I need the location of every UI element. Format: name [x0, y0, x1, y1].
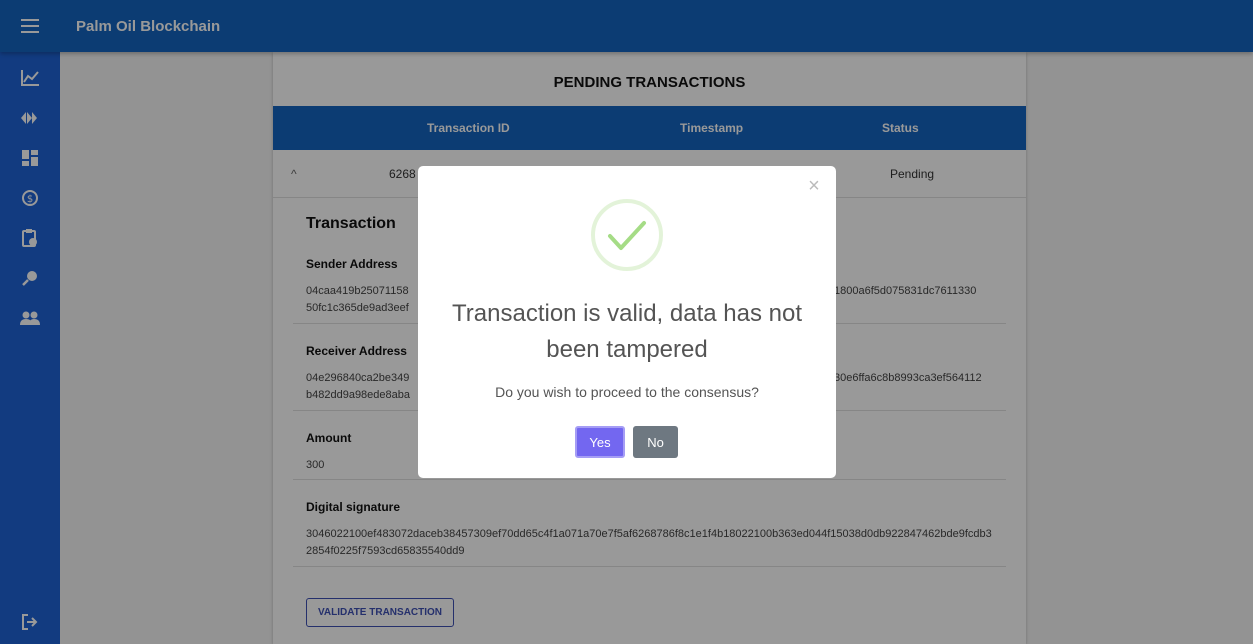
dialog-message: Do you wish to proceed to the consensus?	[495, 384, 759, 400]
success-check-icon	[591, 199, 663, 271]
dialog-title: Transaction is valid, data has not been …	[452, 300, 802, 363]
yes-button[interactable]: Yes	[575, 426, 625, 458]
validation-result-dialog: × Transaction is valid, data has not bee…	[418, 166, 836, 478]
no-button[interactable]: No	[633, 426, 678, 458]
close-icon[interactable]: ×	[804, 175, 824, 197]
